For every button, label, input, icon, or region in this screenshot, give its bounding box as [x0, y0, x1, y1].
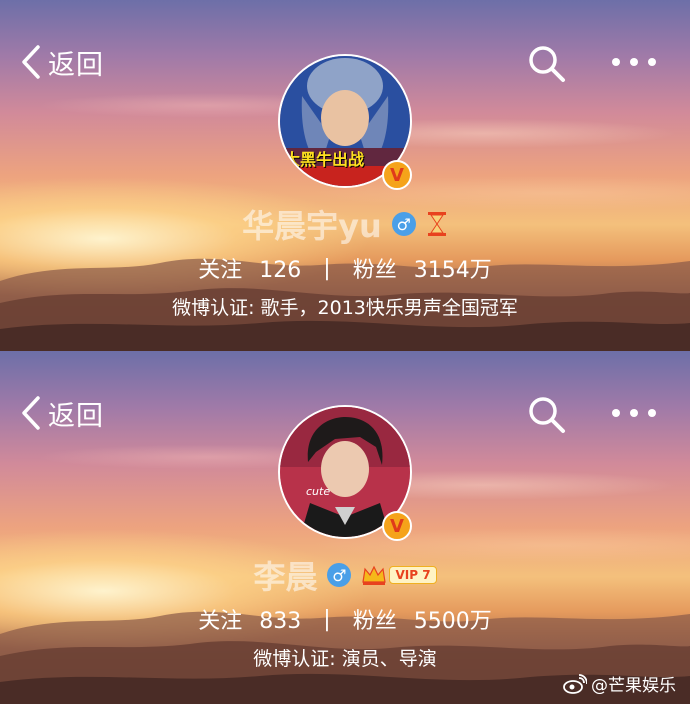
more-options-icon[interactable]: [610, 401, 658, 425]
fans-count: 5500万: [413, 609, 492, 634]
verified-badge: V: [382, 160, 412, 190]
certification-text: 微博认证: 歌手，2013快乐男声全国冠军: [172, 297, 518, 319]
stats-row: 关注 126 | 粉丝 3154万: [0, 250, 690, 286]
vip-badge[interactable]: VIP 7: [361, 564, 437, 586]
follow-label: 关注: [198, 609, 243, 634]
fans-stat[interactable]: 粉丝 5500万: [353, 603, 492, 635]
back-button[interactable]: 返回: [20, 391, 104, 435]
follow-count: 126: [259, 258, 302, 283]
weibo-logo-icon: [563, 673, 587, 694]
stats-separator: |: [323, 255, 331, 281]
male-icon: ♂: [391, 212, 416, 236]
back-button[interactable]: 返回: [20, 40, 104, 84]
fans-count: 3154万: [413, 258, 492, 283]
stats-separator: |: [323, 606, 331, 632]
avatar-caption: cute: [306, 485, 331, 498]
profile-header-panel-2: 返回 cute V 李晨 ♂ VIP 7 关注 833 | 粉丝 5500万 微…: [0, 351, 690, 704]
follow-label: 关注: [198, 258, 243, 283]
hourglass-icon: [427, 212, 446, 236]
follow-stat[interactable]: 关注 833: [198, 603, 301, 635]
vip-level: VIP 7: [389, 566, 437, 584]
search-icon[interactable]: [527, 44, 567, 84]
search-icon[interactable]: [527, 395, 567, 435]
chevron-left-icon: [22, 396, 40, 430]
avatar-caption: 大黑牛出战: [284, 150, 365, 169]
more-options-icon[interactable]: [610, 50, 658, 74]
vip-crown-icon: [362, 565, 387, 585]
stats-row: 关注 833 | 粉丝 5500万: [0, 601, 690, 637]
follow-count: 833: [259, 609, 302, 634]
fans-stat[interactable]: 粉丝 3154万: [353, 252, 492, 284]
chevron-left-icon: [22, 45, 40, 79]
male-icon: ♂: [327, 563, 352, 587]
back-label: 返回: [48, 400, 104, 432]
username: 李晨: [253, 558, 318, 596]
watermark-text: @芒果娱乐: [591, 676, 676, 696]
watermark: @芒果娱乐: [563, 671, 676, 696]
fans-label: 粉丝: [352, 609, 397, 634]
fans-label: 粉丝: [352, 258, 397, 283]
verified-badge: V: [382, 511, 412, 541]
follow-stat[interactable]: 关注 126: [198, 252, 301, 284]
name-row: 李晨 ♂ VIP 7: [0, 553, 690, 597]
username: 华晨宇yu: [242, 207, 382, 245]
back-label: 返回: [48, 49, 104, 81]
profile-header-panel-1: 返回 大黑牛出战 V 华晨宇yu ♂ 关注 126 | 粉丝 3154万 微博认…: [0, 0, 690, 351]
name-row: 华晨宇yu ♂: [0, 202, 690, 246]
